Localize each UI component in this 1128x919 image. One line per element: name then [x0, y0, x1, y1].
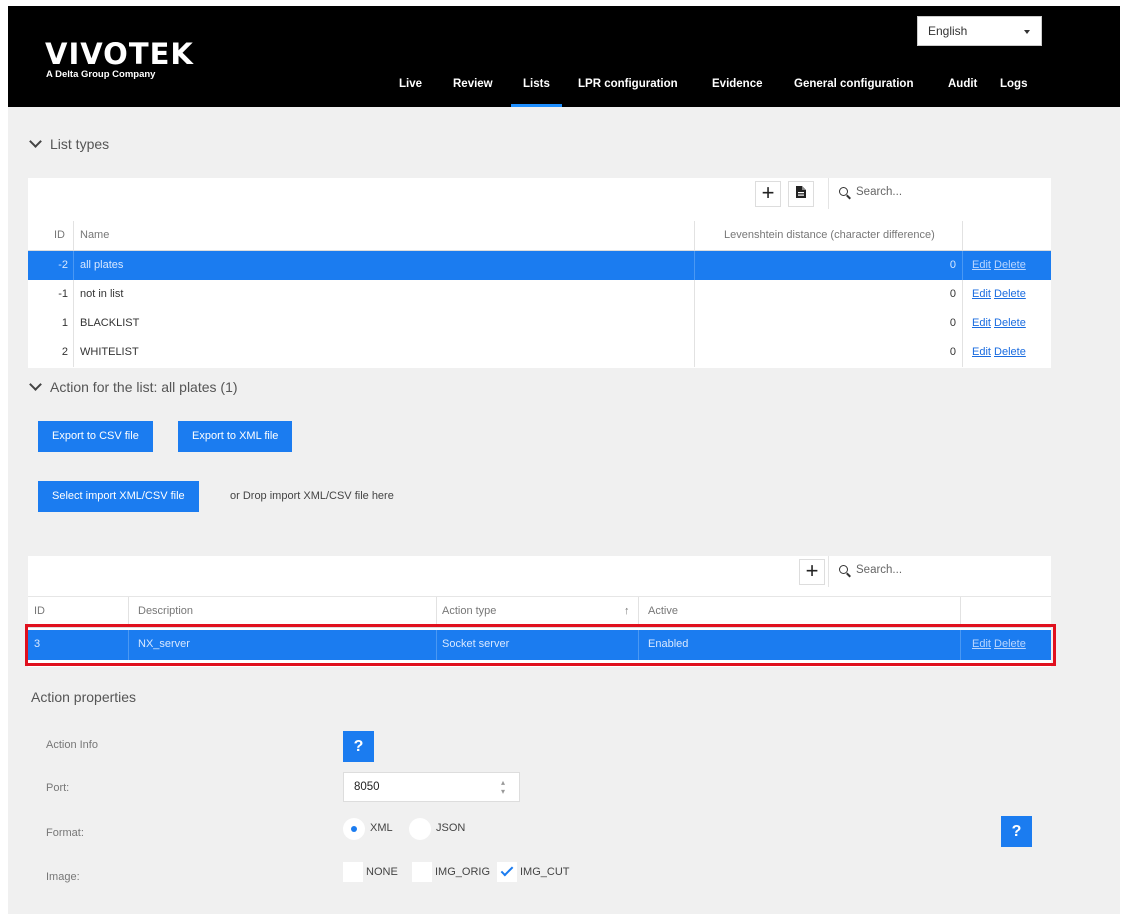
delete-link[interactable]: Delete [994, 288, 1026, 300]
col-levenshtein[interactable]: Levenshtein distance (character differen… [724, 221, 935, 250]
col-id[interactable]: ID [34, 597, 45, 626]
nav-review[interactable]: Review [453, 78, 493, 107]
delete-link[interactable]: Delete [994, 317, 1026, 329]
top-header: VIVOTEK A Delta Group Company English Li… [8, 6, 1120, 107]
edit-link[interactable]: Edit [972, 346, 991, 358]
nav-live[interactable]: Live [399, 78, 422, 107]
search-placeholder: Search... [856, 564, 903, 576]
list-types-table: + Search... ID Name Levenshtein distance… [28, 178, 1051, 368]
list-types-search[interactable]: Search... [828, 178, 1051, 209]
import-file-button[interactable] [788, 181, 814, 207]
table-header-row: ID Name Levenshtein distance (character … [28, 221, 1051, 250]
action-info-label: Action Info [46, 739, 98, 751]
row-name: WHITELIST [80, 346, 139, 358]
vivotek-logo: VIVOTEK A Delta Group Company [45, 39, 194, 80]
action-properties-title: Action properties [31, 689, 137, 705]
actions-toggle[interactable]: Action for the list: all plates (1) [29, 378, 238, 395]
port-value: 8050 [354, 781, 380, 793]
image-cut-checkbox[interactable] [497, 862, 517, 882]
search-placeholder: Search... [856, 186, 903, 198]
actions-search[interactable]: Search... [828, 556, 1051, 587]
row-distance: 0 [949, 259, 956, 271]
selection-highlight-box [25, 624, 1056, 666]
sort-asc-icon[interactable]: ↑ [624, 597, 630, 626]
row-distance: 0 [949, 288, 956, 300]
col-name[interactable]: Name [80, 221, 109, 250]
row-distance: 0 [949, 317, 956, 329]
port-label: Port: [46, 782, 70, 794]
table-row[interactable]: 1 BLACKLIST 0 Edit Delete [28, 309, 1051, 338]
nav-audit[interactable]: Audit [948, 78, 977, 107]
app-root: VIVOTEK A Delta Group Company English Li… [8, 6, 1120, 914]
nav-lists[interactable]: Lists [511, 78, 562, 107]
format-json-radio[interactable] [409, 818, 431, 840]
image-none-label[interactable]: NONE [366, 866, 398, 878]
row-id: 1 [61, 317, 68, 329]
drop-zone-text[interactable]: or Drop import XML/CSV file here [230, 490, 394, 502]
image-none-checkbox[interactable] [343, 862, 363, 882]
table-row[interactable]: -1 not in list 0 Edit Delete [28, 280, 1051, 309]
edit-link[interactable]: Edit [972, 288, 991, 300]
language-select[interactable]: English [917, 16, 1042, 46]
logo-text: VIVOTEK [45, 37, 194, 71]
edit-link[interactable]: Edit [972, 259, 991, 271]
check-icon [500, 863, 514, 877]
format-xml-label[interactable]: XML [370, 822, 393, 834]
file-icon [796, 186, 806, 198]
row-id: -1 [58, 288, 68, 300]
image-orig-checkbox[interactable] [412, 862, 432, 882]
nav-lpr-configuration[interactable]: LPR configuration [578, 78, 678, 107]
row-name: all plates [80, 259, 124, 271]
search-icon [839, 187, 848, 196]
actions-title: Action for the list: all plates (1) [50, 379, 238, 395]
language-value: English [928, 24, 968, 38]
export-csv-button[interactable]: Export to CSV file [38, 421, 153, 452]
help-button-format[interactable]: ? [1001, 816, 1032, 847]
format-json-label[interactable]: JSON [436, 822, 465, 834]
row-id: 2 [61, 346, 68, 358]
nav-logs[interactable]: Logs [1000, 78, 1027, 107]
table-header-row: ID Description Action type ↑ Active [28, 597, 1051, 626]
col-description[interactable]: Description [138, 597, 193, 626]
add-list-button[interactable]: + [755, 181, 781, 207]
export-xml-button[interactable]: Export to XML file [178, 421, 293, 452]
table-row[interactable]: -2 all plates 0 Edit Delete [28, 251, 1051, 280]
port-input[interactable]: 8050 ▴ ▾ [343, 772, 520, 802]
table-row[interactable]: 2 WHITELIST 0 Edit Delete [28, 338, 1051, 367]
list-types-toggle[interactable]: List types [29, 135, 110, 152]
format-label: Format: [46, 827, 84, 839]
image-label: Image: [46, 871, 80, 883]
help-button[interactable]: ? [343, 731, 374, 762]
edit-link[interactable]: Edit [972, 317, 991, 329]
row-distance: 0 [949, 346, 956, 358]
col-id[interactable]: ID [54, 221, 65, 250]
nav-general-configuration[interactable]: General configuration [794, 78, 914, 107]
select-import-button[interactable]: Select import XML/CSV file [38, 481, 199, 512]
format-xml-radio[interactable] [343, 818, 365, 840]
stepper-icon[interactable]: ▴ ▾ [501, 778, 509, 796]
col-active[interactable]: Active [648, 597, 678, 626]
row-name: not in list [80, 288, 124, 300]
delete-link[interactable]: Delete [994, 346, 1026, 358]
image-cut-label[interactable]: IMG_CUT [520, 866, 570, 878]
image-orig-label[interactable]: IMG_ORIG [435, 866, 490, 878]
nav-evidence[interactable]: Evidence [712, 78, 763, 107]
delete-link[interactable]: Delete [994, 259, 1026, 271]
add-action-button[interactable]: + [799, 559, 825, 585]
list-types-title: List types [50, 136, 110, 152]
chevron-down-icon [29, 378, 42, 391]
col-action-type[interactable]: Action type [442, 597, 496, 626]
chevron-down-icon [29, 135, 42, 148]
search-icon [839, 565, 848, 574]
row-id: -2 [58, 259, 68, 271]
row-name: BLACKLIST [80, 317, 140, 329]
chevron-down-icon [1024, 30, 1030, 34]
